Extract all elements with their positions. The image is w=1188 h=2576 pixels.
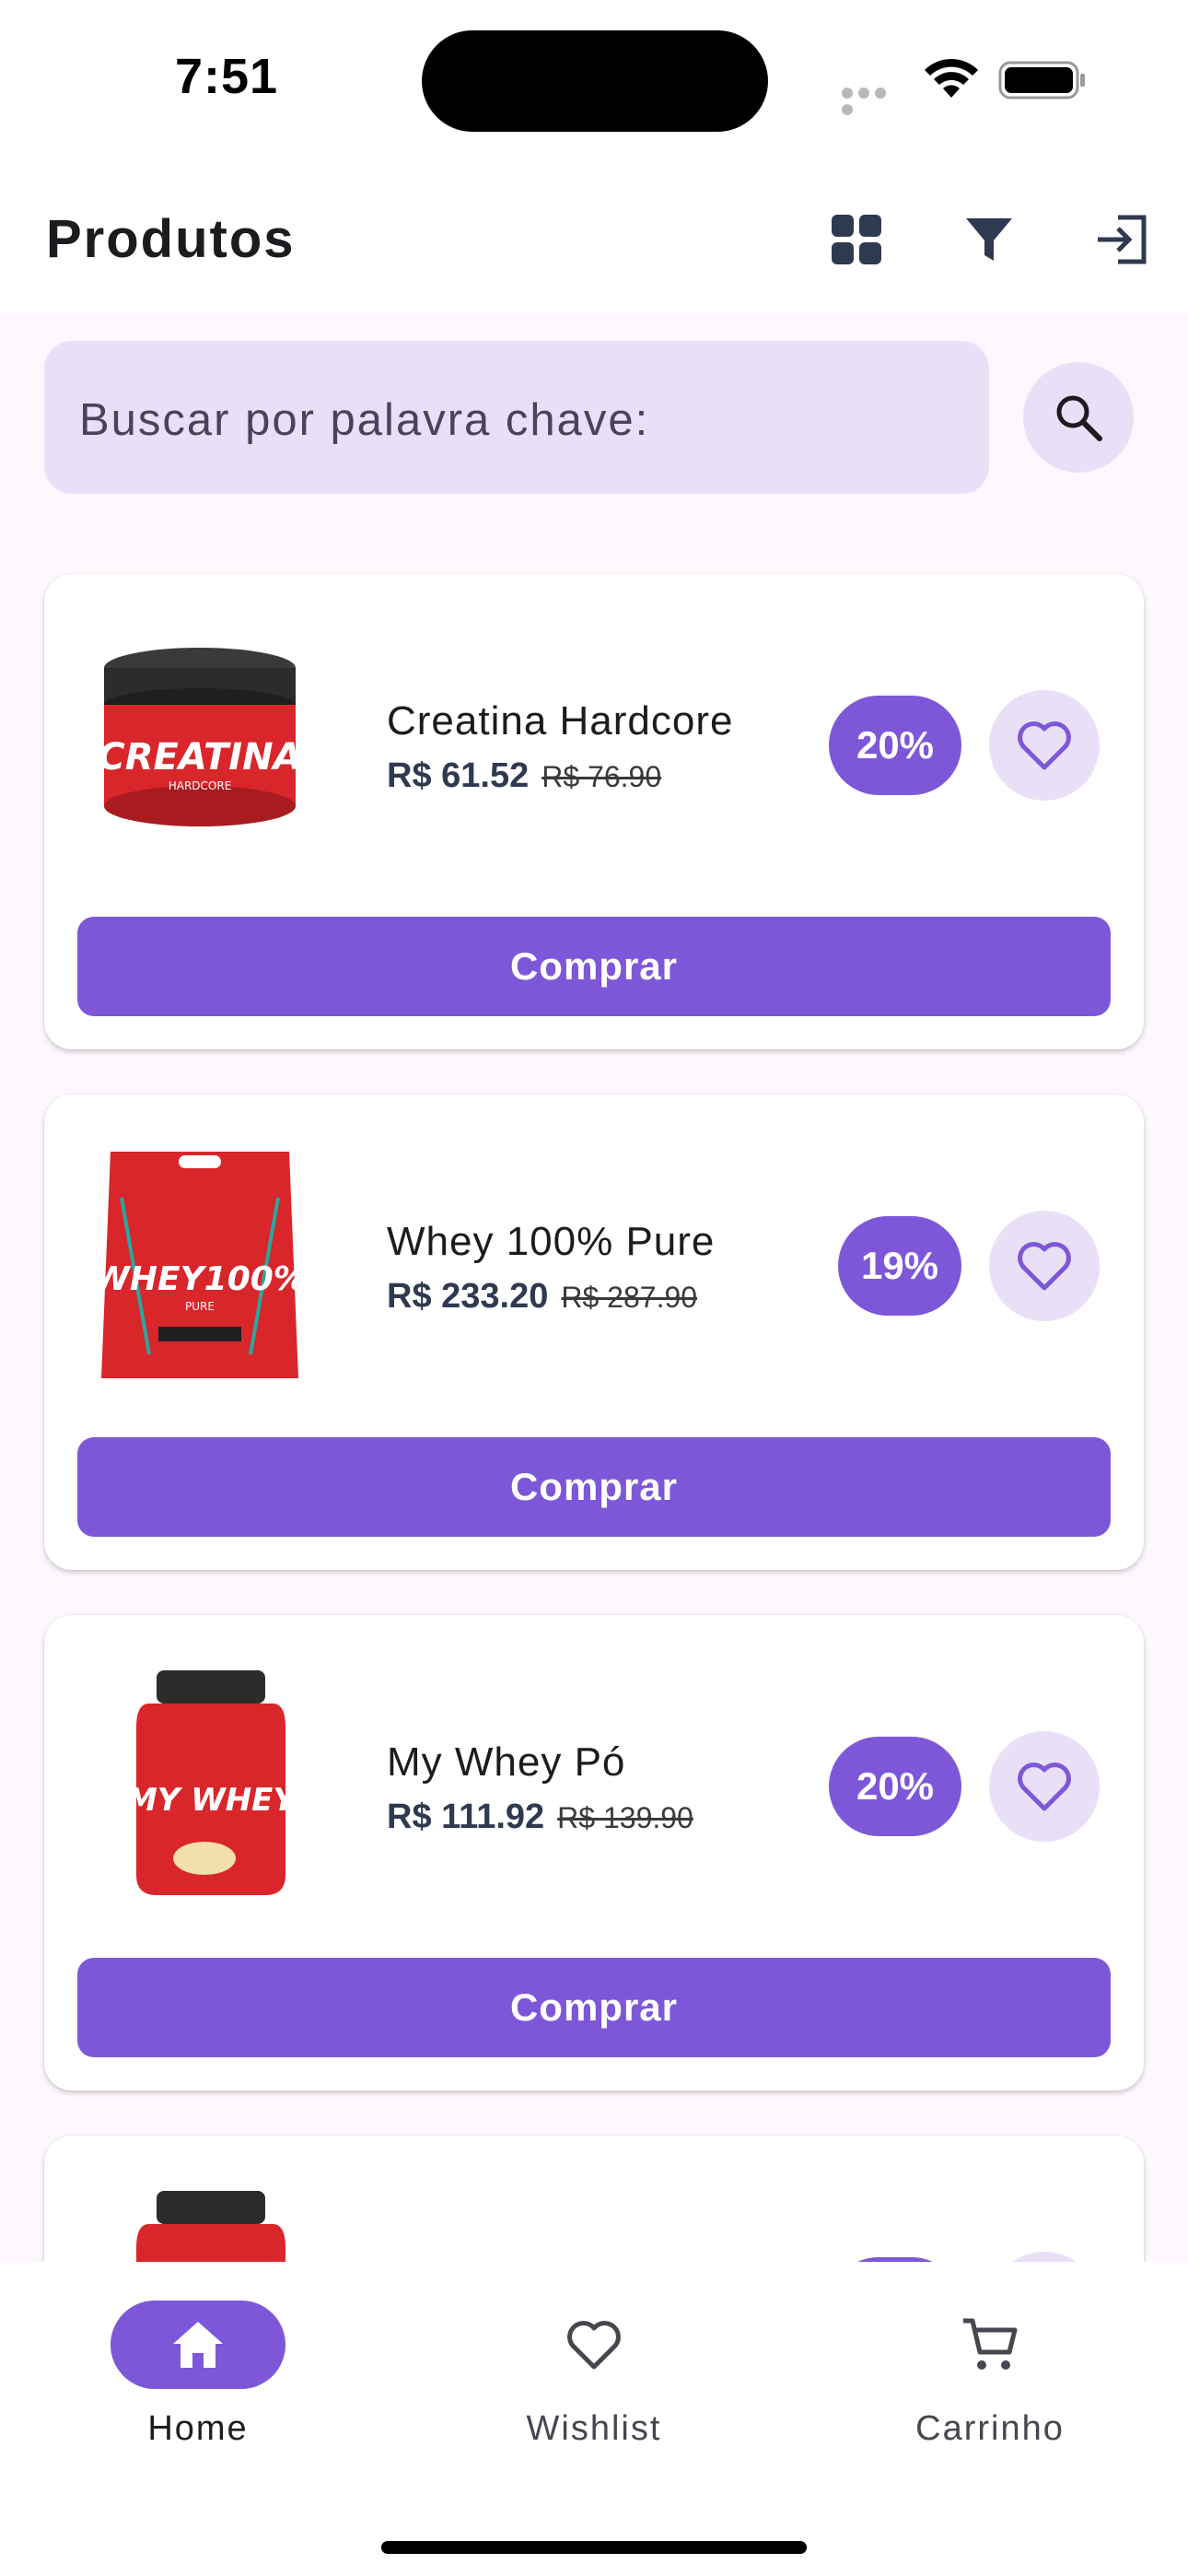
- product-image: MY WHEY: [126, 1670, 298, 1895]
- bottom-navigation: Home Wishlist Carrinho: [0, 2262, 1188, 2576]
- cellular-signal-icon: [842, 87, 906, 115]
- heart-outline-icon: [1018, 1242, 1071, 1291]
- wishlist-button[interactable]: [989, 690, 1100, 801]
- logout-button[interactable]: [1085, 203, 1159, 276]
- page-title: Produtos: [46, 209, 296, 269]
- product-image-sublabel: PURE: [185, 1300, 215, 1313]
- product-image: WHEY100% PURE: [94, 1152, 306, 1378]
- product-price: R$ 61.52 R$ 76.90: [387, 756, 661, 796]
- product-image-label: WHEY100%: [94, 1260, 306, 1298]
- product-name: Whey 100% Pure: [387, 1219, 716, 1264]
- logout-icon: [1098, 215, 1147, 264]
- battery-icon: [998, 61, 1085, 100]
- cart-icon: [963, 2318, 1018, 2370]
- nav-active-indicator: [111, 2301, 285, 2389]
- wishlist-button[interactable]: [989, 1731, 1100, 1842]
- product-image-sublabel: HARDCORE: [169, 779, 232, 792]
- buy-button[interactable]: Comprar: [77, 1958, 1111, 2057]
- product-image: CREATINA HARDCORE: [98, 648, 302, 826]
- nav-label-cart: Carrinho: [915, 2409, 1065, 2448]
- heart-outline-icon: [1018, 1762, 1071, 1811]
- screen: 7:51 Produtos Buscar por palavra chave: …: [0, 0, 1188, 2576]
- discount-badge: 19%: [838, 1216, 961, 1316]
- app-bar: Produtos: [0, 157, 1188, 313]
- buy-button[interactable]: Comprar: [77, 917, 1111, 1016]
- heart-outline-icon: [1018, 721, 1071, 770]
- nav-item-cart[interactable]: Carrinho: [847, 2301, 1124, 2466]
- home-indicator: [381, 2541, 807, 2554]
- product-price: R$ 233.20 R$ 287.90: [387, 1277, 697, 1317]
- product-image-label: MY WHEY: [126, 1782, 298, 1819]
- product-card: MY WHEY My Whey Pó R$ 111.92 R$ 139.90 20…: [44, 1615, 1144, 2090]
- wishlist-button[interactable]: [989, 1211, 1100, 1321]
- search-icon: [1056, 395, 1102, 441]
- product-name: My Whey Pó: [387, 1739, 626, 1785]
- search-placeholder: Buscar por palavra chave:: [79, 395, 650, 445]
- product-name: Creatina Hardcore: [387, 698, 734, 744]
- nav-icon-container: [903, 2301, 1077, 2389]
- filter-button[interactable]: [952, 203, 1026, 276]
- search-input[interactable]: Buscar por palavra chave:: [44, 341, 989, 494]
- status-time: 7:51: [175, 49, 279, 104]
- dynamic-island: [422, 30, 768, 132]
- current-price: R$ 111.92: [387, 1797, 545, 1836]
- discount-badge: 20%: [829, 696, 961, 795]
- nav-item-wishlist[interactable]: Wishlist: [451, 2301, 728, 2466]
- status-bar: 7:51: [0, 0, 1188, 157]
- nav-icon-container: [507, 2301, 681, 2389]
- nav-label-home: Home: [147, 2409, 249, 2448]
- product-card: CREATINA HARDCORE Creatina Hardcore R$ 6…: [44, 574, 1144, 1049]
- filter-icon: [966, 218, 1012, 261]
- current-price: R$ 61.52: [387, 756, 530, 795]
- grid-view-button[interactable]: [820, 203, 893, 276]
- current-price: R$ 233.20: [387, 1277, 549, 1316]
- home-icon: [173, 2322, 223, 2368]
- old-price: R$ 139.90: [557, 1801, 693, 1834]
- old-price: R$ 287.90: [561, 1281, 698, 1314]
- wifi-icon: [925, 58, 978, 98]
- nav-item-home[interactable]: Home: [55, 2301, 332, 2466]
- product-price: R$ 111.92 R$ 139.90: [387, 1797, 693, 1837]
- old-price: R$ 76.90: [542, 760, 662, 793]
- nav-label-wishlist: Wishlist: [526, 2409, 662, 2448]
- product-image-label: CREATINA: [98, 736, 301, 779]
- grid-icon: [832, 215, 881, 264]
- discount-badge: 20%: [829, 1737, 961, 1836]
- search-button[interactable]: [1023, 362, 1134, 473]
- product-card: WHEY100% PURE Whey 100% Pure R$ 233.20 R$…: [44, 1095, 1144, 1570]
- buy-button[interactable]: Comprar: [77, 1437, 1111, 1537]
- heart-outline-icon: [567, 2321, 621, 2370]
